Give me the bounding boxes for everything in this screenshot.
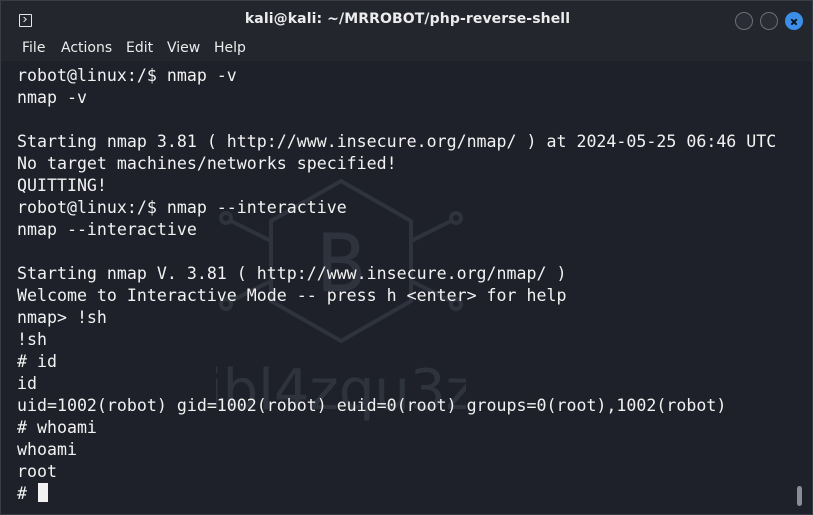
terminal-line: nmap> !sh: [17, 308, 107, 327]
title-bar[interactable]: kali@kali: ~/MRROBOT/php-reverse-shell: [1, 1, 812, 37]
terminal-line: QUITTING!: [17, 176, 107, 195]
maximize-button[interactable]: [760, 12, 778, 30]
terminal-line: nmap -v: [17, 88, 87, 107]
terminal-window: kali@kali: ~/MRROBOT/php-reverse-shell F…: [0, 0, 813, 515]
shell-prompt: #: [17, 484, 37, 503]
scrollbar-thumb[interactable]: [797, 486, 802, 506]
terminal-line: !sh: [17, 330, 47, 349]
terminal-line: Starting nmap V. 3.81 ( http://www.insec…: [17, 264, 567, 283]
terminal-line: No target machines/networks specified!: [17, 154, 397, 173]
menu-edit[interactable]: Edit: [126, 40, 153, 56]
terminal-line: # id: [17, 352, 57, 371]
menu-view[interactable]: View: [167, 40, 200, 56]
terminal-line: # whoami: [17, 418, 97, 437]
terminal-line: root: [17, 462, 57, 481]
terminal-line: robot@linux:/$ nmap -v: [17, 66, 237, 85]
text-cursor: [37, 483, 48, 502]
terminal-line: id: [17, 374, 37, 393]
terminal-lines: robot@linux:/$ nmap -v nmap -v Starting nm…: [17, 65, 776, 505]
minimize-button[interactable]: [735, 12, 753, 30]
menu-actions[interactable]: Actions: [61, 40, 112, 56]
menu-help[interactable]: Help: [214, 40, 246, 56]
terminal-prompt-line[interactable]: #: [17, 483, 776, 505]
terminal-line: nmap --interactive: [17, 220, 197, 239]
terminal-output[interactable]: B ibl4zqu3z robot@linux:/$ nmap -v nmap -…: [1, 61, 812, 514]
menu-bar: File Actions Edit View Help: [1, 37, 812, 61]
terminal-line: uid=1002(robot) gid=1002(robot) euid=0(r…: [17, 396, 727, 415]
window-title: kali@kali: ~/MRROBOT/php-reverse-shell: [244, 11, 571, 27]
terminal-line: Welcome to Interactive Mode -- press h <…: [17, 286, 567, 305]
terminal-line: robot@linux:/$ nmap --interactive: [17, 198, 347, 217]
menu-file[interactable]: File: [22, 40, 45, 56]
close-button[interactable]: [785, 12, 803, 30]
terminal-line: Starting nmap 3.81 ( http://www.insecure…: [17, 132, 777, 151]
terminal-line: whoami: [17, 440, 77, 459]
